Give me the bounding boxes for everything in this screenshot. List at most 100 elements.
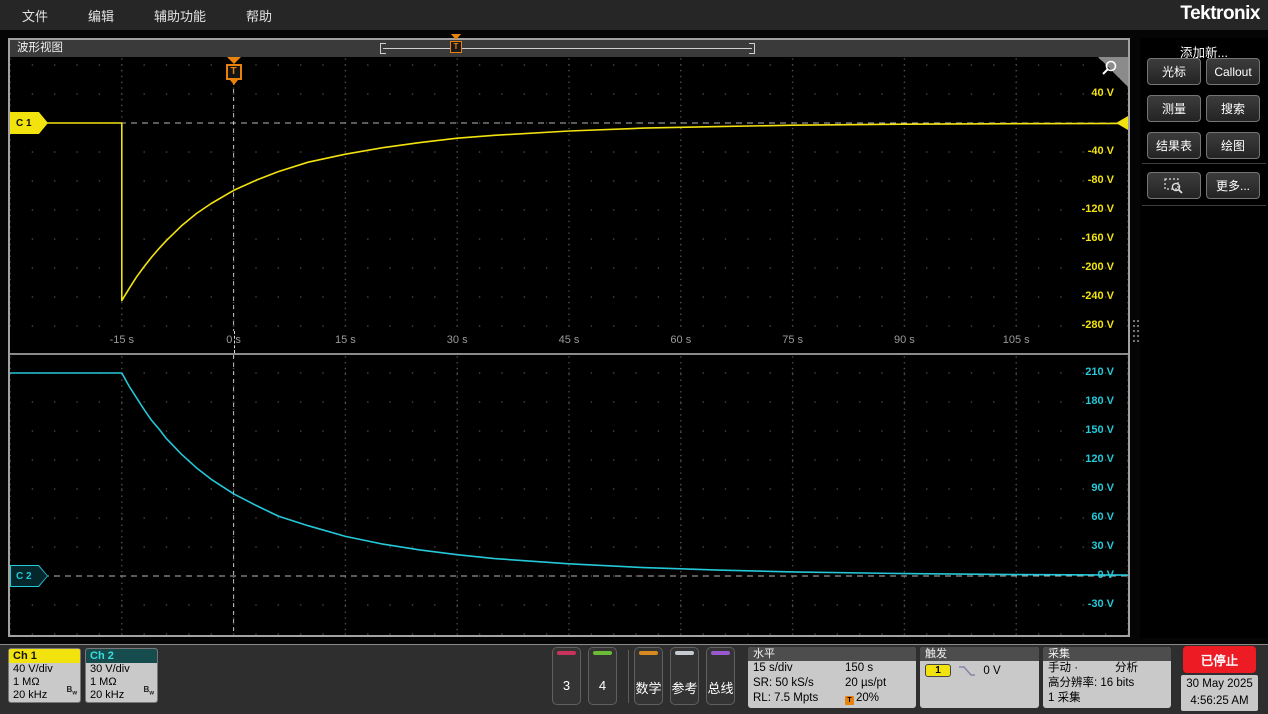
splitter-dot (1133, 325, 1135, 327)
datetime-display: 30 May 2025 4:56:25 AM (1181, 675, 1258, 711)
y-axis-label: -120 V (1082, 203, 1114, 215)
y-axis-label: 60 V (1091, 511, 1114, 523)
trigger-panel[interactable]: 触发 1 0 V (920, 647, 1039, 708)
horizontal-value-left: 15 s/div (753, 662, 793, 674)
button-label: 数学 (635, 678, 662, 697)
c1-badge-label: C 1 (16, 118, 32, 129)
time-text: 4:56:25 AM (1181, 693, 1258, 710)
trigger-top-arrow-icon (227, 57, 241, 64)
splitter-dot (1133, 320, 1135, 322)
ch1-scale: 40 V/div (13, 663, 76, 676)
falling-edge-icon (958, 665, 976, 677)
horizontal-row: 15 s/div150 s (748, 661, 916, 676)
y-axis-label: 40 V (1091, 87, 1114, 99)
horizontal-row: SR: 50 kS/s 20 µs/pt (748, 676, 916, 691)
button-group-separator (628, 650, 629, 703)
trigger-line-segment (234, 331, 235, 353)
y-axis-label: 30 V (1091, 540, 1114, 552)
c2-badge-label: C 2 (16, 571, 32, 582)
time-axis-label: 15 s (335, 334, 356, 346)
graticule-channel1[interactable]: 40 V-40 V-80 V-120 V-160 V-200 V-240 V-2… (10, 57, 1128, 331)
channel-4-button[interactable]: 4 (588, 647, 617, 705)
y-axis-label: 150 V (1085, 424, 1114, 436)
menu-bar: 文件 编辑 辅助功能 帮助 Tektronix (0, 0, 1268, 30)
zoom-corner-button[interactable] (1098, 57, 1128, 87)
trigger-t-icon: T (450, 41, 462, 53)
more-button[interactable]: 更多... (1206, 172, 1260, 199)
sidebar-divider (1142, 163, 1266, 164)
channel-color-strip (639, 651, 658, 655)
waveform-view-titlebar: 波形视图 T (10, 40, 1128, 57)
horizontal-value-right: 20 µs/pt (845, 676, 886, 691)
results-table-button[interactable]: 结果表 (1147, 132, 1201, 159)
acquisition-count: 1 采集 (1043, 691, 1171, 706)
horizontal-position-minimap[interactable]: T (380, 43, 755, 54)
bandwidth-limit-icon: Bw (144, 683, 154, 701)
acquisition-panel-title: 采集 (1043, 647, 1171, 661)
cursor-button[interactable]: 光标 (1147, 58, 1201, 85)
y-axis-label: -160 V (1082, 232, 1114, 244)
channel-badge-c1[interactable]: C 1 (10, 112, 48, 134)
splitter-dot (1133, 340, 1135, 342)
trigger-source-badge: 1 (925, 664, 951, 677)
reference-button[interactable]: 参考 (670, 647, 699, 705)
zoom-select-button[interactable] (1147, 172, 1201, 199)
ch1-badge-header: Ch 1 (9, 649, 80, 663)
trigger-level-value: 0 V (983, 665, 1000, 677)
math-button[interactable]: 数学 (634, 647, 663, 705)
channel-color-strip (711, 651, 730, 655)
acquisition-resolution: 高分辨率: 16 bits (1043, 676, 1171, 691)
plot-button[interactable]: 绘图 (1206, 132, 1260, 159)
y-axis-label: -30 V (1088, 598, 1114, 610)
horizontal-value-left: SR: 50 kS/s (753, 677, 814, 689)
channel-3-button[interactable]: 3 (552, 647, 581, 705)
minimap-trigger-marker[interactable]: T (450, 34, 463, 56)
acquisition-analyze: 分析 (1115, 661, 1138, 676)
button-label: 总线 (707, 678, 734, 697)
callout-button[interactable]: Callout (1206, 58, 1260, 85)
acquisition-panel[interactable]: 采集 手动 · 分析 高分辨率: 16 bits 1 采集 (1043, 647, 1171, 708)
ch2-waveform-plot (10, 355, 1128, 635)
ch1-badge-body: 40 V/div 1 MΩ 20 kHz Bw (9, 663, 80, 702)
trigger-panel-title: 触发 (920, 647, 1039, 661)
y-axis-label: -280 V (1082, 319, 1114, 331)
bus-button[interactable]: 总线 (706, 647, 735, 705)
ch2-badge-header: Ch 2 (86, 649, 157, 663)
graticule-channel2[interactable]: 210 V180 V150 V120 V90 V60 V30 V0 V-30 V… (10, 355, 1128, 635)
horizontal-panel-title: 水平 (748, 647, 916, 661)
minimap-record-line (383, 48, 752, 49)
add-new-sidebar: 添加新... 光标Callout测量搜索结果表绘图 更多... (1140, 38, 1268, 638)
y-axis-label: -200 V (1082, 261, 1114, 273)
time-axis-label: 60 s (670, 334, 691, 346)
waveform-view-title: 波形视图 (17, 42, 63, 54)
magnifier-icon (1098, 58, 1120, 80)
time-axis-label: -15 s (110, 334, 134, 346)
ch1-settings-badge[interactable]: Ch 1 40 V/div 1 MΩ 20 kHz Bw (8, 648, 81, 703)
channel-color-strip (593, 651, 612, 655)
menu-item-file[interactable]: 文件 (22, 6, 48, 25)
button-label: 参考 (671, 678, 698, 697)
channel-color-strip (557, 651, 576, 655)
y-axis-label: -240 V (1082, 290, 1114, 302)
button-label: 4 (589, 678, 616, 693)
horizontal-row: RL: 7.5 MptsT20% (748, 691, 916, 706)
time-axis-label: 75 s (782, 334, 803, 346)
menu-item-help[interactable]: 帮助 (246, 6, 272, 25)
sidebar-divider (1142, 205, 1266, 206)
trigger-t-flag-icon: T (226, 64, 242, 80)
y-axis-label: 210 V (1085, 366, 1114, 378)
menu-item-edit[interactable]: 编辑 (88, 6, 114, 25)
time-axis-label: 105 s (1003, 334, 1030, 346)
y-axis-label: 90 V (1091, 482, 1114, 494)
run-stop-button[interactable]: 已停止 (1183, 646, 1256, 673)
trigger-level-arrow-icon[interactable] (1116, 116, 1128, 130)
measure-button[interactable]: 测量 (1147, 95, 1201, 122)
ch2-settings-badge[interactable]: Ch 2 30 V/div 1 MΩ 20 kHz Bw (85, 648, 158, 703)
channel-badge-c2[interactable]: C 2 (10, 565, 48, 587)
splitter-dot (1137, 320, 1139, 322)
menu-item-utility[interactable]: 辅助功能 (154, 6, 206, 25)
time-axis-label: 90 s (894, 334, 915, 346)
horizontal-panel[interactable]: 水平 15 s/div150 sSR: 50 kS/s 20 µs/ptRL: 7… (748, 647, 916, 708)
search-button[interactable]: 搜索 (1206, 95, 1260, 122)
date-text: 30 May 2025 (1181, 676, 1258, 693)
